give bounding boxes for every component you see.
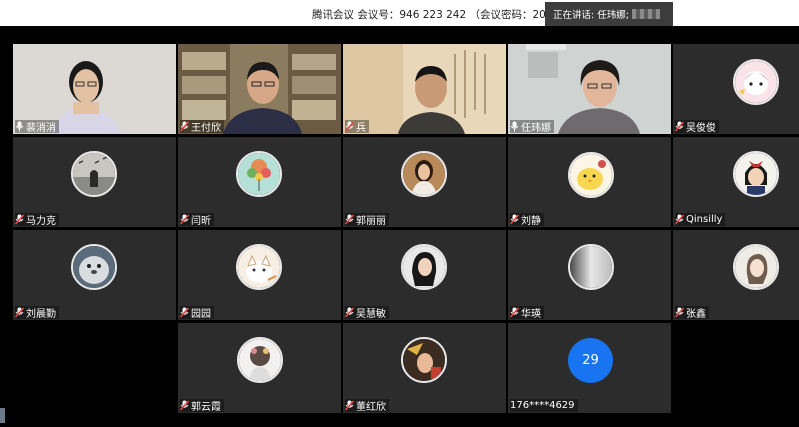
participant-name: 刘静 xyxy=(521,216,541,227)
participant-name-tag: 董红欣 xyxy=(344,399,389,413)
participant-name-tag: 任玮娜 xyxy=(510,120,554,134)
avatar xyxy=(568,152,614,198)
avatar xyxy=(71,151,117,197)
participant-name: 刘晨勤 xyxy=(26,309,56,320)
avatar xyxy=(401,244,447,290)
participant-tile-2[interactable]: 王付欣 xyxy=(178,44,341,134)
participant-name-tag: 郭丽丽 xyxy=(344,213,389,227)
avatar xyxy=(236,151,282,197)
mic-muted-icon xyxy=(344,307,355,318)
participant-tile-10[interactable]: Qinsilly xyxy=(673,137,799,227)
participant-name: 董红欣 xyxy=(356,402,386,413)
participant-name: 郭丽丽 xyxy=(356,216,386,227)
participant-name: 王付欣 xyxy=(191,123,221,134)
participant-name: 176****4629 xyxy=(510,400,575,411)
participant-name: 裴消消 xyxy=(26,123,56,134)
participant-tile-15[interactable]: 张鑫 xyxy=(673,230,799,320)
avatar xyxy=(401,151,447,197)
meeting-title-bar: 腾讯会议 会议号：946 223 242 （会议密码：202005） xyxy=(0,0,799,26)
avatar xyxy=(733,151,779,197)
participant-tile-8[interactable]: 郭丽丽 xyxy=(343,137,506,227)
participant-tile-1[interactable]: 裴消消 xyxy=(13,44,176,134)
participant-name-tag: 刘静 xyxy=(509,213,544,227)
participant-name-tag: 园园 xyxy=(179,306,214,320)
avatar xyxy=(568,244,614,290)
participant-name: 园园 xyxy=(191,309,211,320)
participant-name-tag: 176****4629 xyxy=(510,399,578,412)
mic-muted-icon xyxy=(674,121,685,132)
participant-name-tag: 张鑫 xyxy=(674,306,709,320)
avatar xyxy=(401,337,447,383)
participant-name: 华瑛 xyxy=(521,309,541,320)
avatar xyxy=(237,337,283,383)
avatar xyxy=(733,244,779,290)
mic-muted-icon xyxy=(179,214,190,225)
participant-name-tag: 郭云霞 xyxy=(179,399,224,413)
mic-muted-icon xyxy=(674,214,685,225)
participant-name: 马力克 xyxy=(26,216,56,227)
mic-muted-icon xyxy=(179,400,190,411)
mic-muted-icon xyxy=(14,214,25,225)
participant-tile-18[interactable]: 29 176****4629 xyxy=(508,323,671,413)
participant-tile-9[interactable]: 刘静 xyxy=(508,137,671,227)
mic-muted-icon xyxy=(509,307,520,318)
mic-muted-icon xyxy=(179,307,190,318)
participant-tile-7[interactable]: 闫昕 xyxy=(178,137,341,227)
participant-name-tag: 闫昕 xyxy=(179,213,214,227)
participant-name-tag: 华瑛 xyxy=(509,306,544,320)
mic-icon xyxy=(15,121,24,132)
participant-name: 任玮娜 xyxy=(521,123,551,134)
participant-name-tag: 刘晨勤 xyxy=(14,306,59,320)
participant-name-tag: Qinsilly xyxy=(674,213,726,226)
speaking-label: 正在讲话: 任玮娜; xyxy=(553,10,629,21)
participant-name-tag: 裴消消 xyxy=(15,120,59,134)
mic-muted-icon xyxy=(509,214,520,225)
participant-tile-12[interactable]: 园园 xyxy=(178,230,341,320)
participant-tile-4[interactable]: 任玮娜 xyxy=(508,44,671,134)
participant-name: 兵 xyxy=(356,123,366,134)
meeting-title: 腾讯会议 会议号：946 223 242 （会议密码：202005） xyxy=(312,9,584,21)
mic-muted-icon xyxy=(344,121,355,132)
avatar xyxy=(236,244,282,290)
participant-name-tag: 王付欣 xyxy=(179,120,224,134)
participant-tile-11[interactable]: 刘晨勤 xyxy=(13,230,176,320)
participant-name-tag: 吴慧敏 xyxy=(344,306,389,320)
participant-name: 张鑫 xyxy=(686,309,706,320)
participant-tile-5[interactable]: 吴俊俊 xyxy=(673,44,799,134)
participant-count-badge[interactable]: 29 xyxy=(568,338,613,383)
participant-tile-3[interactable]: 兵 xyxy=(343,44,506,134)
participant-tile-13[interactable]: 吴慧敏 xyxy=(343,230,506,320)
participant-tile-6[interactable]: 马力克 xyxy=(13,137,176,227)
blurred-name xyxy=(631,9,660,19)
participant-name-tag: 吴俊俊 xyxy=(674,120,719,134)
participant-tile-14[interactable]: 华瑛 xyxy=(508,230,671,320)
mic-muted-icon xyxy=(344,400,355,411)
participant-name-tag: 马力克 xyxy=(14,213,59,227)
participant-tile-16[interactable]: 郭云霞 xyxy=(178,323,341,413)
participant-tile-17[interactable]: 董红欣 xyxy=(343,323,506,413)
avatar xyxy=(733,59,779,105)
mic-muted-icon xyxy=(14,307,25,318)
participant-name: 闫昕 xyxy=(191,216,211,227)
mic-muted-icon xyxy=(179,121,190,132)
mic-muted-icon xyxy=(344,214,355,225)
app-edge-icon[interactable] xyxy=(0,408,5,423)
avatar xyxy=(71,244,117,290)
participant-name: 吴慧敏 xyxy=(356,309,386,320)
participant-name-tag: 兵 xyxy=(344,120,369,134)
mic-muted-icon xyxy=(674,307,685,318)
participant-name: 郭云霞 xyxy=(191,402,221,413)
participant-name: 吴俊俊 xyxy=(686,123,716,134)
mic-icon xyxy=(510,121,519,132)
speaking-indicator: 正在讲话: 任玮娜; xyxy=(545,2,673,26)
participant-name: Qinsilly xyxy=(686,214,723,225)
